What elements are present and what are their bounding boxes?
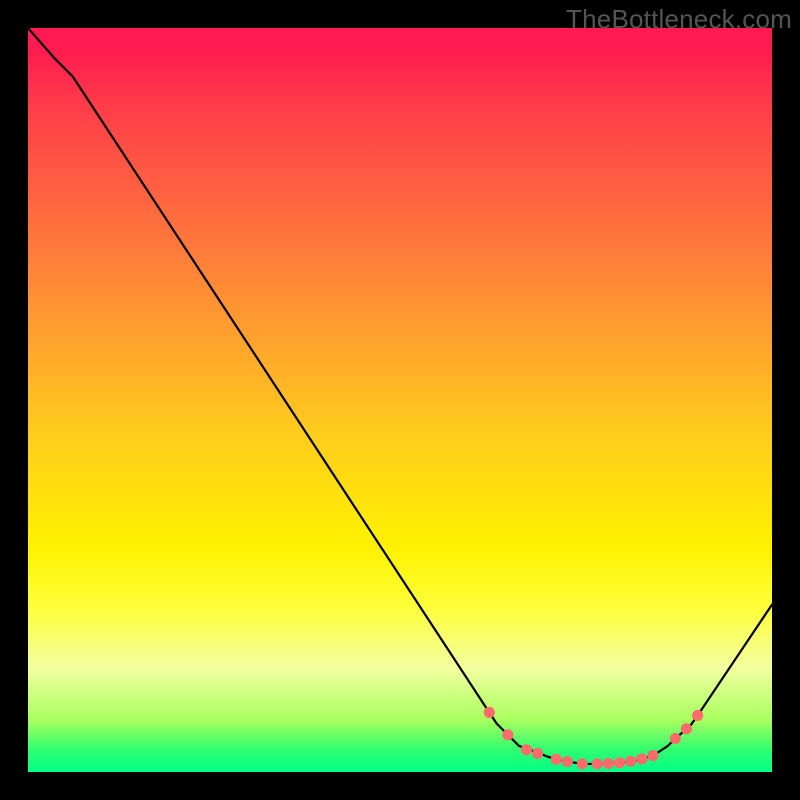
marker-dot <box>484 707 495 718</box>
marker-dot <box>681 723 692 734</box>
marker-dot <box>636 753 647 764</box>
marker-dot <box>502 729 513 740</box>
chart-svg <box>28 28 772 772</box>
marker-dot <box>603 758 614 769</box>
marker-dot <box>521 744 532 755</box>
marker-dot <box>592 758 603 769</box>
marker-dot <box>551 754 562 765</box>
marker-dot <box>625 756 636 767</box>
attribution-label: TheBottleneck.com <box>566 4 792 35</box>
markers-group <box>484 707 703 770</box>
marker-dot <box>670 733 681 744</box>
marker-dot <box>577 758 588 769</box>
marker-dot <box>562 756 573 767</box>
chart-frame: TheBottleneck.com <box>0 0 800 800</box>
marker-dot <box>647 750 658 761</box>
marker-dot <box>692 710 703 721</box>
marker-dot <box>532 748 543 759</box>
marker-dot <box>614 757 625 768</box>
curve-line <box>28 28 772 764</box>
plot-area <box>28 28 772 772</box>
